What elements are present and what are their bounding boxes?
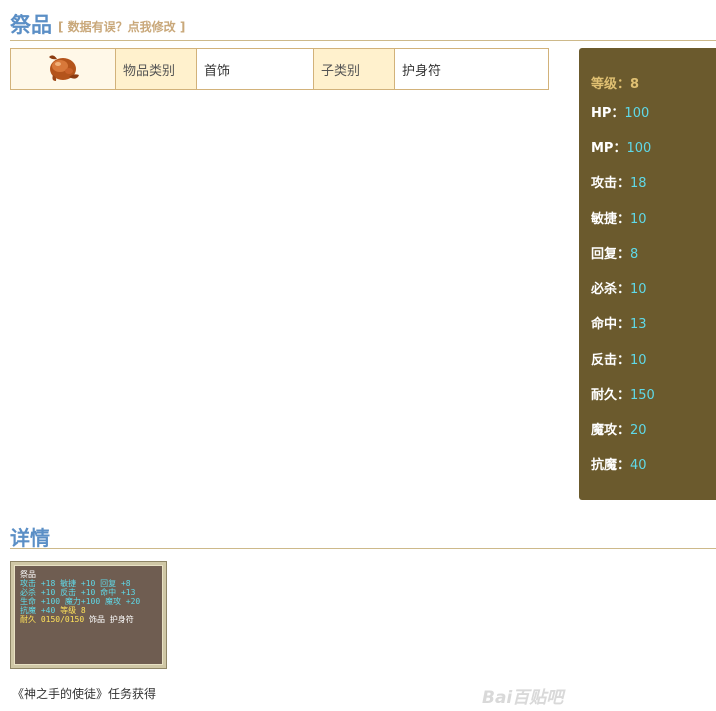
stat-value: 8 bbox=[630, 247, 639, 262]
item-info-table: 物品类别 首饰 子类别 护身符 bbox=[10, 48, 549, 90]
stat-label: 反击： bbox=[591, 353, 631, 368]
stat-level: 等级：8 bbox=[591, 73, 639, 92]
stat-value: 150 bbox=[630, 388, 655, 403]
item-tooltip-content: 祭品 攻击 +18 敏捷 +10 回复 +8 必杀 +10 反击 +10 命中 … bbox=[14, 565, 163, 665]
source-text: 《神之手的使徒》任务获得 bbox=[12, 687, 157, 701]
tooltip-title: 祭品 bbox=[20, 570, 36, 579]
tooltip-segment: 饰品 护身符 bbox=[84, 615, 134, 624]
stat-magic-resist: 抗魔：40 bbox=[591, 454, 647, 473]
item-image-cell bbox=[10, 48, 116, 90]
stat-counter: 反击：10 bbox=[591, 349, 647, 368]
tooltip-segment: 抗魔 +40 bbox=[20, 606, 56, 615]
stat-critical: 必杀：10 bbox=[591, 278, 647, 297]
sacrifice-meat-icon bbox=[49, 55, 79, 81]
stat-label: 攻击： bbox=[591, 176, 631, 191]
baidu-watermark: Bai百贴吧 bbox=[482, 688, 564, 708]
stat-magic-attack: 魔攻：20 bbox=[591, 419, 647, 438]
stat-hit: 命中：13 bbox=[591, 313, 647, 332]
stat-value: 10 bbox=[630, 282, 647, 297]
stat-durability: 耐久：150 bbox=[591, 384, 655, 403]
page-title: 祭品 bbox=[10, 13, 52, 37]
stat-label: 抗魔： bbox=[591, 458, 631, 473]
title-row: 祭品 [ 数据有误？点我修改 ] bbox=[10, 8, 716, 41]
stat-label: 等级： bbox=[591, 77, 631, 92]
details-title: 详情 bbox=[10, 526, 50, 550]
subcategory-label: 子类别 bbox=[313, 48, 395, 90]
stat-label: 魔攻： bbox=[591, 423, 631, 438]
stat-value: 40 bbox=[630, 458, 647, 473]
stat-value: 18 bbox=[630, 176, 647, 191]
stat-label: 命中： bbox=[591, 317, 631, 332]
stat-hp: HP：100 bbox=[591, 102, 649, 121]
stat-label: 必杀： bbox=[591, 282, 631, 297]
stat-label: 敏捷： bbox=[591, 212, 631, 227]
stat-value: 13 bbox=[630, 317, 647, 332]
stat-value: 10 bbox=[630, 212, 647, 227]
stat-label: HP： bbox=[591, 106, 625, 121]
stat-value: 10 bbox=[630, 353, 647, 368]
tooltip-line: 抗魔 +40 等级 8 bbox=[20, 606, 157, 615]
tooltip-line: 生命 +100 魔力+100 魔攻 +20 bbox=[20, 597, 141, 606]
category-value: 首饰 bbox=[196, 48, 314, 90]
stat-label: 回复： bbox=[591, 247, 631, 262]
stat-value: 20 bbox=[630, 423, 647, 438]
edit-data-link[interactable]: [ 数据有误？点我修改 ] bbox=[58, 18, 185, 35]
stat-value: 100 bbox=[624, 106, 650, 121]
item-tooltip-image: 祭品 攻击 +18 敏捷 +10 回复 +8 必杀 +10 反击 +10 命中 … bbox=[10, 561, 167, 669]
category-label: 物品类别 bbox=[115, 48, 197, 90]
tooltip-segment: 等级 8 bbox=[55, 606, 86, 615]
stat-label: 耐久： bbox=[591, 388, 631, 403]
stat-value: 8 bbox=[630, 77, 640, 92]
tooltip-line: 必杀 +10 反击 +10 命中 +13 bbox=[20, 588, 136, 597]
stat-attack: 攻击：18 bbox=[591, 172, 647, 191]
stat-label: MP： bbox=[591, 141, 627, 156]
stat-recovery: 回复：8 bbox=[591, 243, 638, 262]
stat-agility: 敏捷：10 bbox=[591, 208, 647, 227]
tooltip-segment: 耐久 0150/0150 bbox=[20, 615, 85, 624]
stat-value: 100 bbox=[626, 141, 652, 156]
stat-mp: MP：100 bbox=[591, 137, 651, 156]
stats-panel: 等级：8 HP：100 MP：100 攻击：18 敏捷：10 回复：8 必杀：1… bbox=[579, 48, 716, 500]
tooltip-line: 攻击 +18 敏捷 +10 回复 +8 bbox=[20, 579, 131, 588]
tooltip-line: 耐久 0150/0150 饰品 护身符 bbox=[20, 615, 157, 624]
subcategory-value: 护身符 bbox=[394, 48, 549, 90]
details-header: 详情 bbox=[10, 520, 716, 550]
